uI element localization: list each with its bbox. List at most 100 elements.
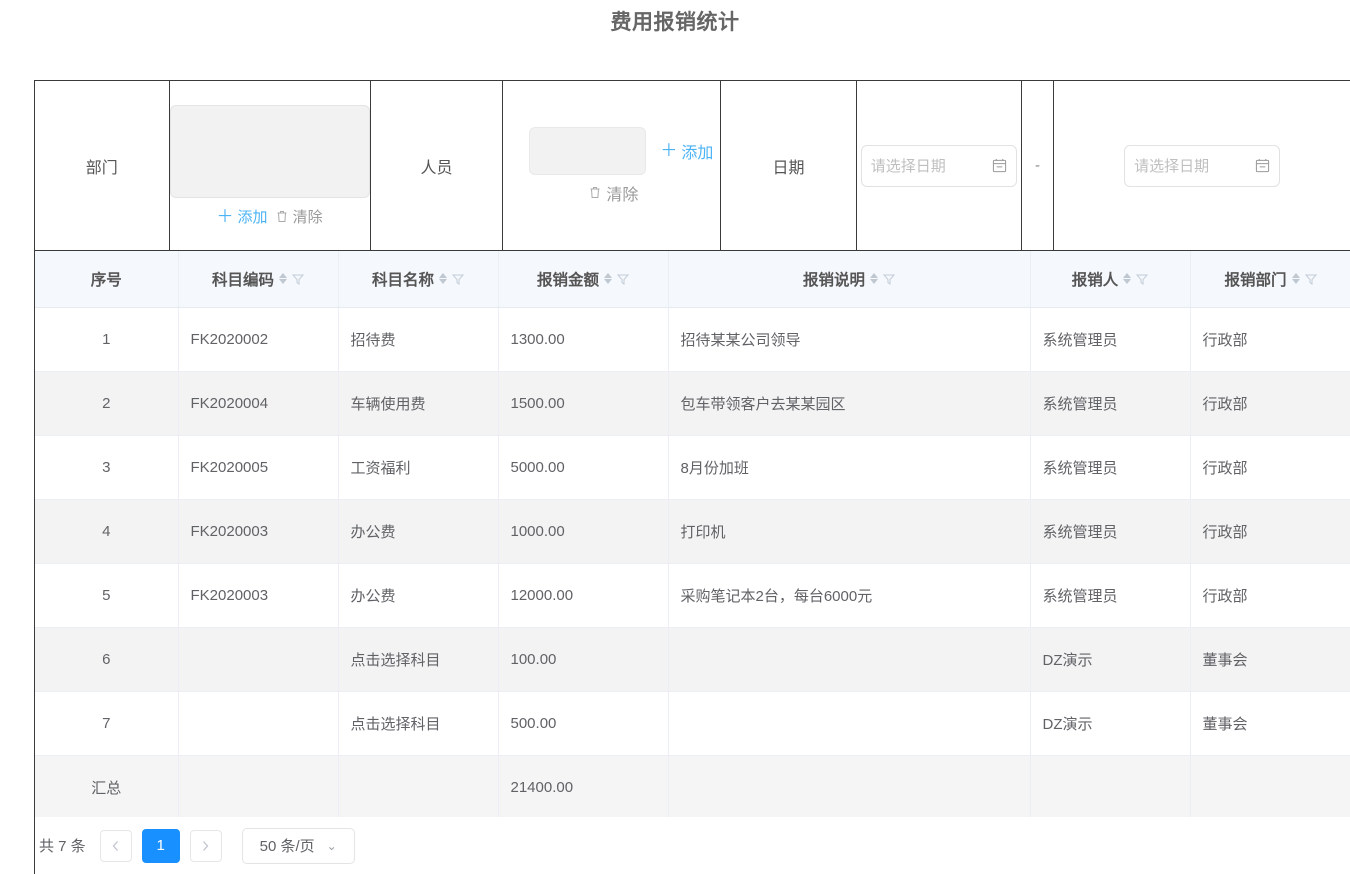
filter-panel: 部门 ＋ 添加 清除 人员 ＋ 添加 清除 日期 请选择日期 - 请选择日期: [34, 80, 1350, 251]
person-clear-label: 清除: [606, 186, 639, 204]
person-selection-box[interactable]: [529, 126, 647, 175]
date-end-input[interactable]: 请选择日期: [1124, 144, 1281, 187]
column-header-label: 报销金额: [536, 271, 599, 289]
person-add-label: 添加: [681, 144, 714, 162]
column-header-amt[interactable]: 报销金额: [498, 251, 669, 308]
column-header-per[interactable]: 报销人: [1030, 251, 1191, 308]
cell-desc: [668, 627, 1031, 692]
cell-idx: 4: [35, 499, 179, 564]
next-page-button[interactable]: [189, 829, 222, 862]
cell-dept: 行政部: [1190, 371, 1350, 436]
sort-toggle-icon[interactable]: [439, 273, 447, 285]
trash-icon: [276, 210, 288, 223]
column-header-name[interactable]: 科目名称: [338, 251, 499, 308]
cell-desc: 采购笔记本2台，每台6000元: [668, 563, 1031, 628]
column-header-label: 报销说明: [802, 271, 865, 289]
cell-amt: 500.00: [498, 691, 669, 756]
page-number-1[interactable]: 1: [141, 828, 180, 863]
plus-icon: ＋: [216, 206, 234, 226]
table-row[interactable]: 2 FK2020004 车辆使用费 1500.00 包车带领客户去某某园区 系统管理员 行政…: [35, 371, 1350, 436]
filter-funnel-icon[interactable]: [452, 273, 464, 285]
column-header-desc[interactable]: 报销说明: [668, 251, 1031, 308]
department-label-text: 部门: [85, 159, 118, 177]
filter-funnel-icon[interactable]: [292, 273, 304, 285]
department-clear-button[interactable]: 清除: [276, 206, 323, 227]
cell-per: [1030, 755, 1191, 820]
column-header-code[interactable]: 科目编码: [178, 251, 339, 308]
cell-desc: [668, 755, 1031, 820]
cell-idx: 1: [35, 307, 179, 372]
column-header-label: 报销部门: [1224, 271, 1287, 289]
sort-toggle-icon[interactable]: [1291, 273, 1300, 285]
cell-dept: 行政部: [1190, 499, 1350, 564]
prev-page-button[interactable]: [99, 829, 132, 862]
table-body: 1 FK2020002 招待费 1300.00 招待某某公司领导 系统管理员 行政部 2 FK2…: [35, 307, 1350, 820]
column-header-idx[interactable]: 序号: [35, 251, 179, 308]
table-row[interactable]: 3 FK2020005 工资福利 5000.00 8月份加班 系统管理员 行政部: [35, 435, 1350, 500]
filter-funnel-icon[interactable]: [1136, 273, 1149, 285]
chevron-down-icon: ⌄: [326, 838, 337, 853]
cell-code: FK2020002: [178, 307, 339, 372]
department-clear-label: 清除: [292, 208, 323, 226]
date-start-input[interactable]: 请选择日期: [860, 144, 1017, 187]
cell-amt: 1000.00: [498, 499, 669, 564]
person-filter-body: ＋ 添加 清除: [503, 81, 722, 250]
department-add-label: 添加: [237, 208, 268, 226]
filter-funnel-icon[interactable]: [1304, 273, 1317, 285]
column-header-label: 报销人: [1071, 271, 1119, 289]
cell-dept: [1190, 755, 1350, 820]
cell-code: [178, 691, 339, 756]
expense-table-wrapper: 序号 科目编码 科目名称 报销金额 报销说明 报销人 报销部门 1 FK2020002 招待费 1…: [34, 251, 1350, 820]
date-filter-label: 日期: [721, 81, 857, 250]
sort-toggle-icon[interactable]: [604, 273, 612, 285]
table-row[interactable]: 5 FK2020003 办公费 12000.00 采购笔记本2台，每台6000元 系统管理…: [35, 563, 1350, 628]
cell-dept: 董事会: [1190, 627, 1350, 692]
cell-dept: 行政部: [1190, 435, 1350, 500]
cell-idx: 3: [35, 435, 179, 500]
cell-per: 系统管理员: [1030, 563, 1191, 628]
table-row[interactable]: 7 点击选择科目 500.00 DZ演示 董事会: [35, 691, 1350, 756]
table-row[interactable]: 1 FK2020002 招待费 1300.00 招待某某公司领导 系统管理员 行政部: [35, 307, 1350, 372]
table-row[interactable]: 4 FK2020003 办公费 1000.00 打印机 系统管理员 行政部: [35, 499, 1350, 564]
date-separator-text: -: [1034, 157, 1040, 174]
table-summary-row[interactable]: 汇总 21400.00: [35, 755, 1350, 820]
page-size-select[interactable]: 50 条/页 ⌄: [241, 827, 355, 864]
pagination-bar: 共 7 条 1 50 条/页 ⌄: [34, 817, 1350, 874]
date-range-separator: -: [1022, 81, 1055, 250]
cell-name: [338, 755, 499, 820]
cell-name: 工资福利: [338, 435, 499, 500]
person-clear-button[interactable]: 清除: [589, 181, 638, 205]
sort-toggle-icon[interactable]: [279, 273, 287, 285]
table-row[interactable]: 6 点击选择科目 100.00 DZ演示 董事会: [35, 627, 1350, 692]
filter-funnel-icon[interactable]: [883, 273, 895, 285]
cell-code: FK2020005: [178, 435, 339, 500]
cell-amt: 100.00: [498, 627, 669, 692]
department-selection-box[interactable]: [169, 104, 370, 198]
cell-code: FK2020003: [178, 563, 339, 628]
person-label-text: 人员: [420, 159, 453, 177]
cell-code: FK2020004: [178, 371, 339, 436]
chevron-left-icon: [112, 840, 119, 851]
expense-report-page: 费用报销统计 部门 ＋ 添加 清除 人员 ＋ 添加 清除 日期 请选择日期 - …: [0, 0, 1350, 874]
cell-name: 点击选择科目: [338, 627, 499, 692]
cell-name: 办公费: [338, 499, 499, 564]
sort-toggle-icon[interactable]: [1123, 273, 1132, 285]
cell-amt: 1500.00: [498, 371, 669, 436]
person-add-button[interactable]: ＋ 添加: [660, 139, 713, 163]
cell-dept: 行政部: [1190, 307, 1350, 372]
cell-idx: 7: [35, 691, 179, 756]
cell-name: 招待费: [338, 307, 499, 372]
column-header-label: 科目编码: [211, 271, 274, 289]
cell-per: 系统管理员: [1030, 435, 1191, 500]
date-start-placeholder: 请选择日期: [870, 158, 946, 175]
cell-per: 系统管理员: [1030, 371, 1191, 436]
sort-toggle-icon[interactable]: [870, 273, 878, 285]
cell-desc: 包车带领客户去某某园区: [668, 371, 1031, 436]
column-header-dept[interactable]: 报销部门: [1190, 251, 1350, 308]
calendar-icon: [992, 158, 1007, 173]
cell-code: [178, 755, 339, 820]
cell-desc: 打印机: [668, 499, 1031, 564]
department-add-button[interactable]: ＋ 添加: [217, 206, 268, 227]
cell-idx: 6: [35, 627, 179, 692]
filter-funnel-icon[interactable]: [617, 273, 629, 285]
